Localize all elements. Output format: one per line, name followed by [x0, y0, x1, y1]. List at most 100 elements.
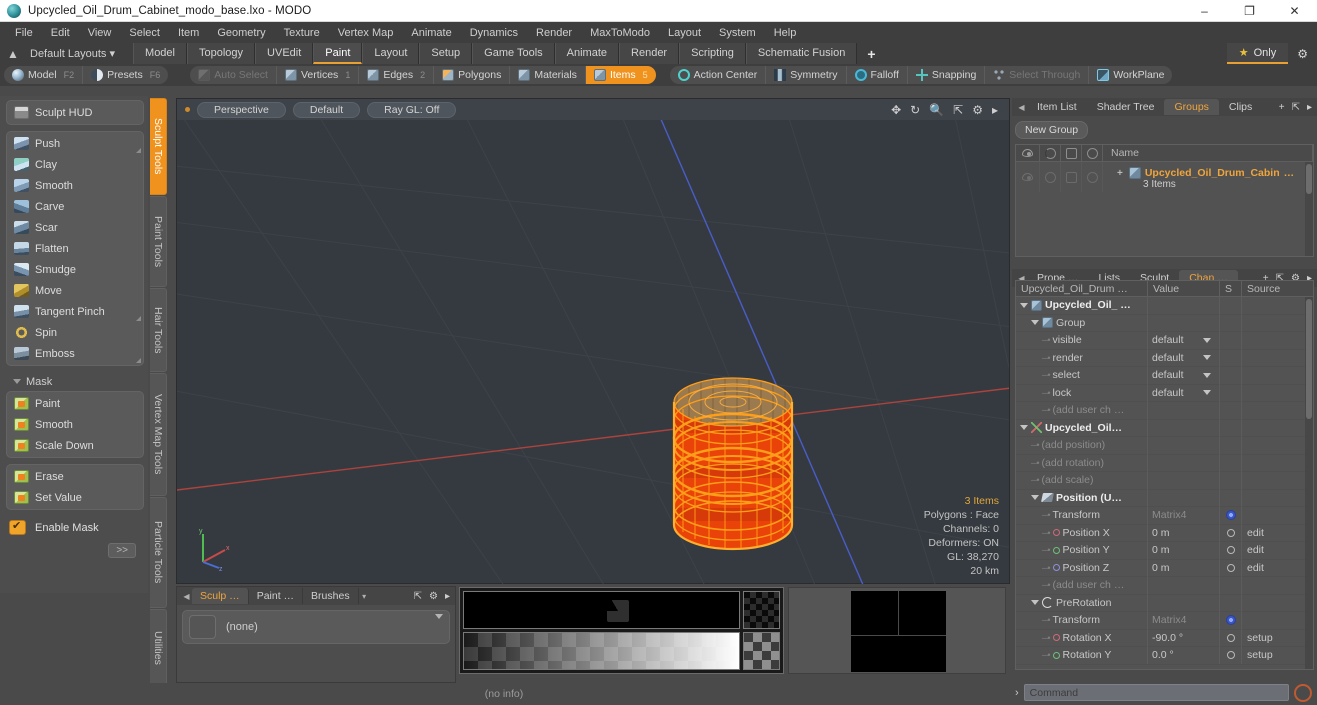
vertical-tab-hair-tools[interactable]: Hair Tools: [150, 287, 167, 372]
viewport-projection-button[interactable]: Perspective: [197, 101, 286, 118]
sculpt-tool-smudge[interactable]: Smudge: [7, 259, 143, 280]
channel-source-cell[interactable]: setup: [1242, 629, 1313, 647]
chevron-down-icon[interactable]: [1020, 302, 1028, 308]
vertical-tab-particle-tools[interactable]: Particle Tools: [150, 497, 167, 608]
record-icon[interactable]: [1294, 683, 1312, 702]
right-tab-item-list[interactable]: Item List: [1027, 99, 1087, 115]
sculpt-tool-move[interactable]: Move: [7, 280, 143, 301]
menu-item-geometry[interactable]: Geometry: [208, 24, 274, 42]
channel-s-cell[interactable]: [1220, 401, 1242, 419]
maximize-button[interactable]: ❐: [1227, 0, 1272, 22]
mode-pill-action-center[interactable]: Action Center: [670, 66, 766, 84]
gradient-preview[interactable]: [463, 632, 740, 670]
channel-row[interactable]: ─• Rotation Y 0.0 ° setup: [1016, 646, 1313, 665]
chevron-down-icon[interactable]: [1020, 425, 1028, 431]
channel-value-cell[interactable]: Matrix4: [1148, 506, 1220, 524]
layout-tab-setup[interactable]: Setup: [419, 43, 473, 64]
chevron-down-icon[interactable]: [1203, 390, 1211, 396]
channel-source-cell[interactable]: [1242, 594, 1313, 612]
select-icon[interactable]: [1082, 145, 1103, 162]
channel-value-cell[interactable]: default: [1148, 331, 1220, 349]
channel-source-cell[interactable]: [1242, 437, 1313, 455]
channel-row[interactable]: ─• (add position): [1016, 436, 1313, 455]
channel-row[interactable]: Upcycled_Oil…: [1016, 419, 1313, 437]
channel-name-cell[interactable]: ─• Position Y: [1016, 541, 1148, 559]
expand-icon[interactable]: ⇱: [1292, 102, 1300, 113]
mask-tool-scale-down[interactable]: Scale Down: [7, 435, 143, 456]
channel-source-cell[interactable]: [1242, 612, 1313, 630]
menu-item-vertex-map[interactable]: Vertex Map: [329, 24, 403, 42]
channels-list[interactable]: Upcycled_Oil_Drum … Value S Source Upcyc…: [1015, 280, 1314, 670]
channel-name-cell[interactable]: ─• (add position): [1016, 436, 1148, 454]
plus-icon[interactable]: +: [1279, 102, 1285, 113]
channel-row[interactable]: ─• (add user ch …: [1016, 401, 1313, 420]
channel-value-cell[interactable]: -90.0 °: [1148, 629, 1220, 647]
lock-icon[interactable]: [1061, 145, 1082, 162]
chevron-down-icon[interactable]: [1203, 372, 1211, 378]
channel-row[interactable]: ─• Rotation X -90.0 ° setup: [1016, 629, 1313, 647]
layout-tab-game-tools[interactable]: Game Tools: [472, 43, 555, 64]
channel-name-cell[interactable]: ─• Rotation X: [1016, 629, 1148, 647]
default-layouts-dropdown[interactable]: Default Layouts ▾: [26, 45, 125, 62]
sculpt-tool-carve[interactable]: Carve: [7, 196, 143, 217]
channel-s-cell[interactable]: [1220, 594, 1242, 612]
row-eye-toggle[interactable]: [1016, 162, 1040, 192]
render-icon[interactable]: [1040, 145, 1061, 162]
channel-name-cell[interactable]: ─• Position Z: [1016, 559, 1148, 577]
vertical-tab-paint-tools[interactable]: Paint Tools: [150, 196, 167, 287]
minimize-button[interactable]: –: [1182, 0, 1227, 22]
mask-tool-smooth[interactable]: Smooth: [7, 414, 143, 435]
menu-item-system[interactable]: System: [710, 24, 765, 42]
gradient-thumbnail[interactable]: [743, 632, 780, 670]
menu-item-maxtomodo[interactable]: MaxToModo: [581, 24, 659, 42]
channel-value-cell[interactable]: [1148, 594, 1220, 612]
channel-row[interactable]: ─• visible default: [1016, 331, 1313, 350]
channel-value-cell[interactable]: [1148, 454, 1220, 472]
channel-value-cell[interactable]: [1148, 296, 1220, 314]
eye-icon[interactable]: [1016, 145, 1040, 162]
channel-s-cell[interactable]: [1220, 576, 1242, 594]
channel-source-cell[interactable]: [1242, 314, 1313, 332]
vertical-tab-sculpt-tools[interactable]: Sculpt Tools: [150, 98, 167, 196]
channel-s-cell[interactable]: [1220, 629, 1242, 647]
fit-icon[interactable]: ⇱: [953, 103, 963, 117]
mode-pill-edges[interactable]: Edges 2: [358, 66, 433, 84]
new-group-button[interactable]: New Group: [1015, 121, 1089, 139]
channel-row[interactable]: ─• (add rotation): [1016, 454, 1313, 472]
layout-tab-layout[interactable]: Layout: [362, 43, 420, 64]
sculpt-tool-spin[interactable]: Spin: [7, 322, 143, 343]
channel-row[interactable]: ─• Position Z 0 m edit: [1016, 559, 1313, 577]
channel-row[interactable]: ─• Position X 0 m edit: [1016, 524, 1313, 542]
channel-row[interactable]: ─• (add user ch …: [1016, 576, 1313, 595]
channel-value-cell[interactable]: Matrix4: [1148, 611, 1220, 629]
menu-item-dynamics[interactable]: Dynamics: [461, 24, 527, 42]
mode-pill-symmetry[interactable]: Symmetry: [765, 66, 845, 84]
only-toggle[interactable]: ★ Only: [1226, 43, 1289, 64]
channel-name-cell[interactable]: Position (U…: [1016, 489, 1148, 507]
menu-item-help[interactable]: Help: [765, 24, 806, 42]
channel-name-cell[interactable]: Group: [1016, 314, 1148, 332]
mode-pill-auto-select[interactable]: Auto Select: [190, 66, 276, 84]
sculpt-tool-tangent-pinch[interactable]: Tangent Pinch: [7, 301, 143, 322]
chevron-down-icon[interactable]: [1031, 600, 1039, 606]
sculpt-tool-clay[interactable]: Clay: [7, 154, 143, 175]
vertical-tab-utilities[interactable]: Utilities: [150, 608, 167, 687]
channel-name-cell[interactable]: ─• Transform: [1016, 611, 1148, 629]
channel-value-cell[interactable]: [1148, 419, 1220, 437]
menu-item-edit[interactable]: Edit: [42, 24, 79, 42]
channel-s-cell[interactable]: [1220, 436, 1242, 454]
channel-s-cell[interactable]: [1220, 524, 1242, 542]
vertical-tab-vertex-map-tools[interactable]: Vertex Map Tools: [150, 372, 167, 497]
channel-name-cell[interactable]: ─• Transform: [1016, 506, 1148, 524]
chevron-down-icon[interactable]: [1031, 495, 1039, 501]
channel-row[interactable]: ─• Transform Matrix4: [1016, 611, 1313, 630]
menu-item-item[interactable]: Item: [169, 24, 208, 42]
mode-pill-falloff[interactable]: Falloff: [845, 66, 907, 84]
menu-item-animate[interactable]: Animate: [402, 24, 460, 42]
chevron-right-icon[interactable]: ▸: [445, 591, 450, 602]
mask-tool-erase[interactable]: Erase: [7, 466, 143, 487]
mode-pill-items[interactable]: Items 5: [584, 66, 656, 84]
gear-icon[interactable]: ⚙: [429, 591, 438, 602]
channel-name-cell[interactable]: PreRotation: [1016, 594, 1148, 612]
circle-toggle-icon[interactable]: [1226, 528, 1235, 537]
